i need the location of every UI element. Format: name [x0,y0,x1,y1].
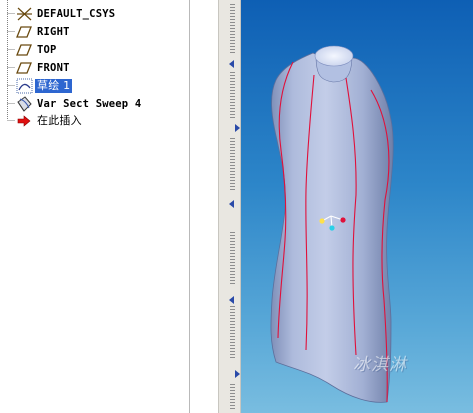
tree-item-default-csys[interactable]: DEFAULT_CSYS [16,6,117,22]
splitter-grip[interactable] [230,232,235,286]
insert-here-arrow-icon [16,113,33,129]
tree-item-top[interactable]: TOP [16,42,59,58]
expand-right-arrow-icon[interactable] [235,124,240,132]
expand-right-arrow-icon[interactable] [235,370,240,378]
splitter-grip[interactable] [230,138,235,190]
splitter-grip[interactable] [230,384,235,410]
splitter-grip[interactable] [230,72,235,120]
graphics-viewport[interactable]: 冰淇淋 [241,0,473,413]
tree-item-var-sect-sweep-4[interactable]: Var Sect Sweep 4 [16,96,143,112]
tree-item-label: FRONT [37,62,70,74]
tree-item-insert-here[interactable]: 在此插入 [16,113,84,129]
tree-item-label: DEFAULT_CSYS [37,8,116,20]
datum-plane-icon [16,42,33,58]
watermark: 冰淇淋 [353,355,407,375]
sweep-feature-icon [16,96,33,112]
splitter-grip[interactable] [230,306,235,358]
datum-plane-icon [16,24,33,40]
panel-splitter[interactable] [218,0,241,413]
collapse-left-arrow-icon[interactable] [229,200,234,208]
collapse-left-arrow-icon[interactable] [229,296,234,304]
tree-item-sketch-1[interactable]: 草绘 1 [16,78,73,94]
tree-item-label: TOP [37,44,57,56]
tree-item-label: RIGHT [37,26,70,38]
tree-item-label: Var Sect Sweep 4 [37,98,142,110]
datum-plane-icon [16,60,33,76]
tree-item-label: 草绘 1 [35,79,73,93]
collapse-left-arrow-icon[interactable] [229,60,234,68]
splitter-grip[interactable] [230,4,235,54]
tree-item-label: 在此插入 [37,114,82,127]
sketch-icon [16,78,33,94]
panel-gap [190,0,218,413]
model-tree-panel: DEFAULT_CSYS RIGHT TOP FRONT 草绘 1 Var Se… [0,0,190,413]
tree-item-right[interactable]: RIGHT [16,24,72,40]
tree-item-front[interactable]: FRONT [16,60,72,76]
neck-top-cap [314,45,354,67]
csys-icon [16,6,33,22]
